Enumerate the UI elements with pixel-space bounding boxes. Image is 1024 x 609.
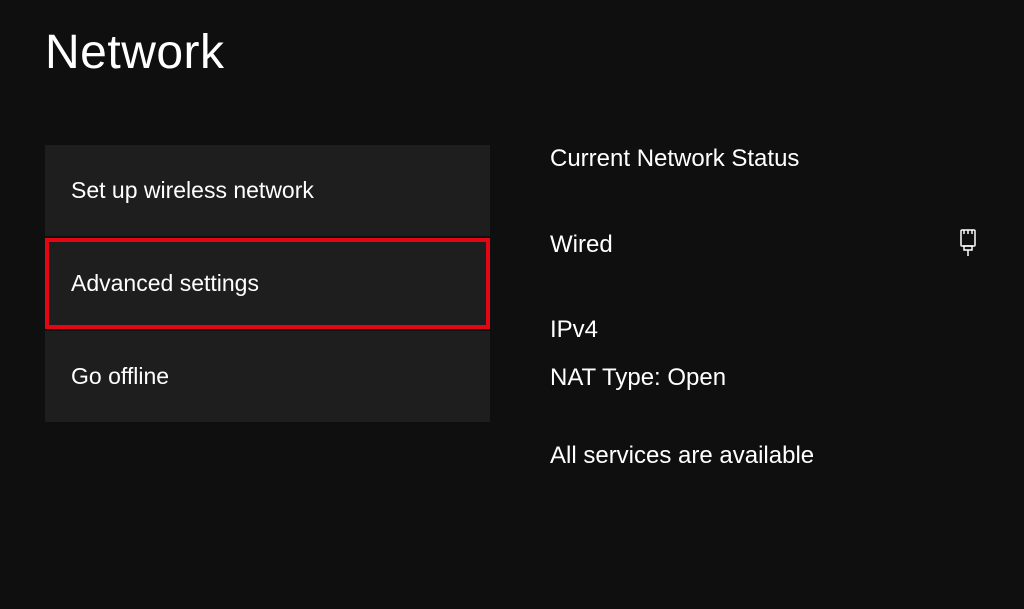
page-title: Network <box>45 25 979 80</box>
navigation-panel: Set up wireless network Advanced setting… <box>45 145 490 470</box>
setup-wireless-button[interactable]: Set up wireless network <box>45 145 490 236</box>
go-offline-button[interactable]: Go offline <box>45 331 490 422</box>
content-area: Set up wireless network Advanced setting… <box>45 145 979 470</box>
status-heading: Current Network Status <box>550 145 979 173</box>
connection-type-row: Wired <box>550 228 979 261</box>
status-details: IPv4 NAT Type: Open All services are ava… <box>550 316 979 470</box>
services-status-label: All services are available <box>550 442 979 470</box>
ip-version-label: IPv4 <box>550 316 979 344</box>
connection-type-label: Wired <box>550 231 613 259</box>
ethernet-icon <box>957 228 979 261</box>
advanced-settings-button[interactable]: Advanced settings <box>45 238 490 329</box>
nat-type-label: NAT Type: Open <box>550 364 979 392</box>
status-panel: Current Network Status Wired IP <box>550 145 979 470</box>
